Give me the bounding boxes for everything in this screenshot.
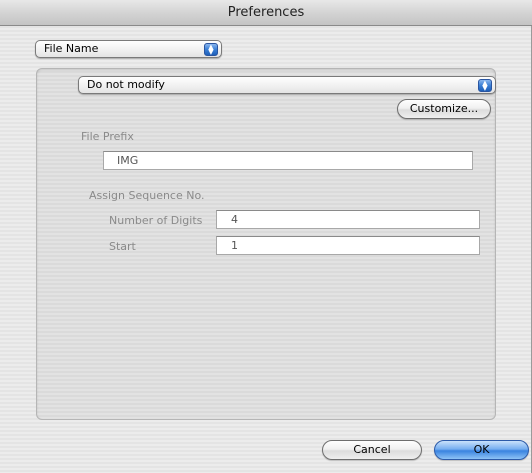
category-popup-value: File Name [44,42,99,55]
number-of-digits-field[interactable]: 4 [216,210,480,229]
assign-sequence-label: Assign Sequence No. [89,189,205,202]
start-value: 1 [231,239,238,252]
customize-button-label: Customize... [409,102,479,115]
cancel-button[interactable]: Cancel [322,440,422,460]
mode-popup-value: Do not modify [87,78,165,91]
file-prefix-field[interactable]: IMG [103,151,473,170]
number-of-digits-value: 4 [231,213,238,226]
ok-button-label: OK [473,443,490,456]
up-down-arrows-icon: ▲ ▼ [478,79,492,92]
cancel-button-label: Cancel [353,443,391,456]
file-prefix-value: IMG [117,154,139,167]
mode-popup[interactable]: Do not modify ▲ ▼ [78,76,496,94]
category-popup[interactable]: File Name ▲ ▼ [35,40,222,58]
window-title: Preferences [227,5,305,20]
start-field[interactable]: 1 [216,236,480,255]
title-bar[interactable]: Preferences [0,0,532,26]
start-label: Start [109,240,136,253]
up-down-arrows-icon: ▲ ▼ [204,43,218,56]
ok-button[interactable]: OK [434,440,529,460]
preferences-window: Preferences File Name ▲ ▼ Do not modify ▲… [0,0,532,473]
number-of-digits-label: Number of Digits [109,214,203,227]
file-prefix-label: File Prefix [81,130,134,143]
customize-button[interactable]: Customize... [397,99,491,119]
